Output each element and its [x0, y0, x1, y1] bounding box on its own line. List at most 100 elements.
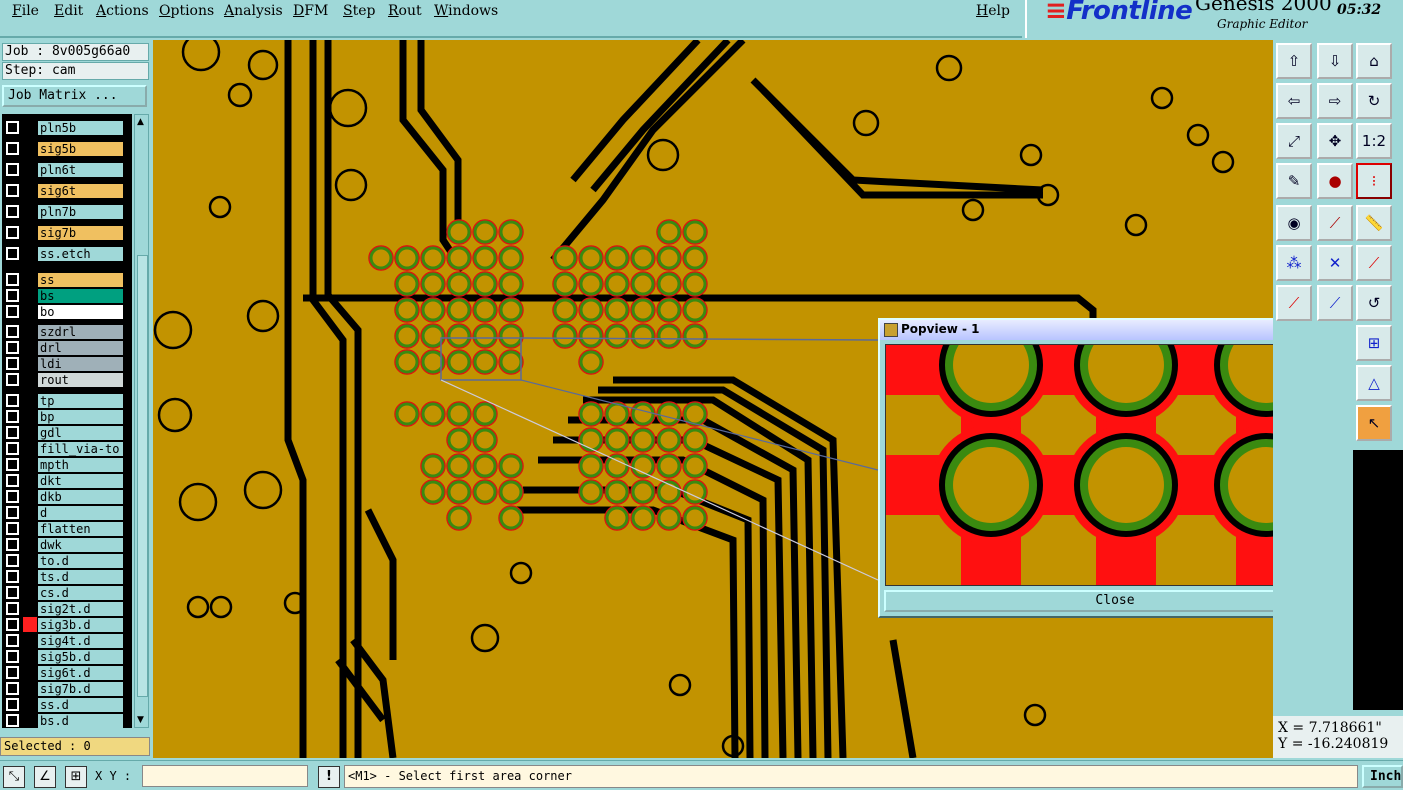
menu-help[interactable]: Help [976, 3, 1010, 19]
layer-color-swatch[interactable] [23, 601, 37, 616]
layer-row-pln7b[interactable]: pln7b [2, 204, 132, 220]
angle-mode-icon[interactable]: ∠ [34, 766, 56, 788]
layer-name[interactable]: sig3b.d [37, 617, 124, 633]
pad-select-icon[interactable]: ● [1317, 163, 1353, 199]
layer-color-swatch[interactable] [23, 441, 37, 456]
layer-checkbox[interactable] [6, 442, 19, 455]
pan-up-icon[interactable]: ⇧ [1276, 43, 1312, 79]
line-snap-icon[interactable]: ⟋ [1356, 245, 1392, 281]
layer-row-mpth[interactable]: mpth [2, 457, 132, 473]
layer-color-swatch[interactable] [23, 537, 37, 552]
layer-checkbox[interactable] [6, 666, 19, 679]
layer-name[interactable]: sig2t.d [37, 601, 124, 617]
layer-name[interactable]: bo [37, 304, 124, 320]
home-icon[interactable]: ⌂ [1356, 43, 1392, 79]
layer-name[interactable]: cs.d [37, 585, 124, 601]
layer-name[interactable]: dwk [37, 537, 124, 553]
layer-row-bs[interactable]: bs [2, 288, 132, 304]
layer-checkbox[interactable] [6, 618, 19, 631]
menu-analysis[interactable]: Analysis [224, 3, 283, 19]
layer-name[interactable]: tp [37, 393, 124, 409]
layer-checkbox[interactable] [6, 305, 19, 318]
layer-row-dwk[interactable]: dwk [2, 537, 132, 553]
layer-name[interactable]: sig7b [37, 225, 124, 241]
layer-checkbox[interactable] [6, 714, 19, 727]
layer-color-swatch[interactable] [23, 473, 37, 488]
layer-name[interactable]: szdrl [37, 324, 124, 340]
layer-row-fill-via-to[interactable]: fill_via-to [2, 441, 132, 457]
pointer-select-icon[interactable]: ↖ [1356, 405, 1392, 441]
grid-mode-icon[interactable]: ⊞ [65, 766, 87, 788]
layer-name[interactable]: ss.etch [37, 246, 124, 262]
layer-name[interactable]: ss.d [37, 697, 124, 713]
layer-color-swatch[interactable] [23, 665, 37, 680]
layer-checkbox[interactable] [6, 121, 19, 134]
layer-name[interactable]: dkt [37, 473, 124, 489]
layer-name[interactable]: sig6t [37, 183, 124, 199]
layer-name[interactable]: mpth [37, 457, 124, 473]
menu-rout[interactable]: Rout [388, 3, 422, 19]
layer-row-bo[interactable]: bo [2, 304, 132, 320]
layer-row-sig2t-d[interactable]: sig2t.d [2, 601, 132, 617]
menu-edit[interactable]: Edit [54, 3, 83, 19]
ruler-icon[interactable]: 📏 [1356, 205, 1392, 241]
layer-row-dkb[interactable]: dkb [2, 489, 132, 505]
layer-color-swatch[interactable] [23, 120, 37, 135]
layer-color-swatch[interactable] [23, 141, 37, 156]
job-matrix-button[interactable]: Job Matrix ... [2, 85, 147, 107]
layer-row-pln6t[interactable]: pln6t [2, 162, 132, 178]
layer-color-swatch[interactable] [23, 521, 37, 536]
layer-color-swatch[interactable] [23, 489, 37, 504]
layer-row-sig7b[interactable]: sig7b [2, 225, 132, 241]
layer-checkbox[interactable] [6, 490, 19, 503]
layer-checkbox[interactable] [6, 698, 19, 711]
layer-row-bs-d[interactable]: bs.d [2, 713, 132, 728]
layer-checkbox[interactable] [6, 554, 19, 567]
layer-row-gdl[interactable]: gdl [2, 425, 132, 441]
layer-checkbox[interactable] [6, 163, 19, 176]
layer-checkbox[interactable] [6, 357, 19, 370]
layer-name[interactable]: pln5b [37, 120, 124, 136]
layer-name[interactable]: dkb [37, 489, 124, 505]
layer-checkbox[interactable] [6, 205, 19, 218]
slash-tool-icon[interactable]: ⟋ [1317, 205, 1353, 241]
layer-row-sig6t-d[interactable]: sig6t.d [2, 665, 132, 681]
measure-tool-icon[interactable]: ✎ [1276, 163, 1312, 199]
layer-color-swatch[interactable] [23, 246, 37, 261]
layer-row-pln5b[interactable]: pln5b [2, 120, 132, 136]
layer-checkbox[interactable] [6, 247, 19, 260]
units-button[interactable]: Inch [1362, 765, 1403, 788]
cross-select-icon[interactable]: ✕ [1317, 245, 1353, 281]
zoom-ratio-icon[interactable]: 1:2 [1356, 123, 1392, 159]
layer-color-swatch[interactable] [23, 393, 37, 408]
rotate-icon[interactable]: ↺ [1356, 285, 1392, 321]
layer-checkbox[interactable] [6, 426, 19, 439]
layer-row-bp[interactable]: bp [2, 409, 132, 425]
layer-row-cs-d[interactable]: cs.d [2, 585, 132, 601]
layer-row-sig4t-d[interactable]: sig4t.d [2, 633, 132, 649]
menu-options[interactable]: Options [159, 3, 214, 19]
popview-zoom-view[interactable] [885, 344, 1313, 586]
scroll-down-icon[interactable]: ▼ [137, 715, 144, 725]
layer-checkbox[interactable] [6, 602, 19, 615]
layer-color-swatch[interactable] [23, 505, 37, 520]
layer-checkbox[interactable] [6, 682, 19, 695]
layer-row-tp[interactable]: tp [2, 393, 132, 409]
zoom-center-icon[interactable]: ✥ [1317, 123, 1353, 159]
layer-row-ts-d[interactable]: ts.d [2, 569, 132, 585]
menu-actions[interactable]: Actions [96, 3, 149, 19]
layer-color-swatch[interactable] [23, 425, 37, 440]
menu-dfm[interactable]: DFM [293, 3, 328, 19]
layer-row-flatten[interactable]: flatten [2, 521, 132, 537]
layer-name[interactable]: ts.d [37, 569, 124, 585]
layer-color-swatch[interactable] [23, 288, 37, 303]
layer-row-sig5b[interactable]: sig5b [2, 141, 132, 157]
scroll-thumb[interactable] [137, 255, 148, 697]
layer-checkbox[interactable] [6, 586, 19, 599]
layer-name[interactable]: bp [37, 409, 124, 425]
zoom-fit-icon[interactable]: ⤢ [1276, 123, 1312, 159]
layer-row-d[interactable]: d [2, 505, 132, 521]
layer-checkbox[interactable] [6, 506, 19, 519]
layer-row-szdrl[interactable]: szdrl [2, 324, 132, 340]
pan-left-icon[interactable]: ⇦ [1276, 83, 1312, 119]
